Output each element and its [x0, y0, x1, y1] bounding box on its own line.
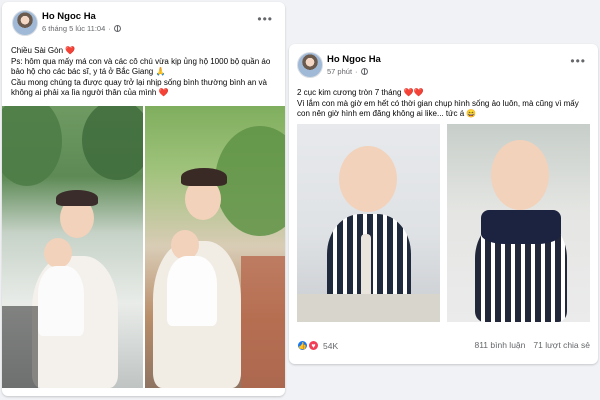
caption-line: Ps: hôm qua mấy má con và các cô chú vừa…	[11, 56, 271, 77]
chair	[2, 306, 38, 388]
author-avatar[interactable]	[12, 10, 38, 36]
post-header: Ho Ngoc Ha 6 tháng 5 lúc 11:04 · •••	[2, 2, 285, 42]
post-timestamp[interactable]: 6 tháng 5 lúc 11:04	[42, 24, 105, 33]
post-caption: Chiều Sài Gòn ❤️ Ps: hôm qua mấy má con …	[11, 46, 277, 99]
globe-icon	[113, 25, 121, 32]
post-card-right: Ho Ngoc Ha 57 phút · ••• 2 cục kim cương…	[289, 44, 598, 364]
baby-head	[339, 146, 397, 212]
post-photo-mother-baby-smile[interactable]	[145, 106, 285, 388]
shares-count[interactable]: 71 lượt chia sẻ	[533, 340, 590, 350]
sailor-collar	[481, 210, 561, 244]
caption-line: Vì lắm con mà giờ em hết có thời gian ch…	[297, 98, 579, 119]
baby-head	[491, 140, 549, 210]
blanket	[297, 294, 440, 322]
author-avatar[interactable]	[297, 52, 323, 78]
comments-count[interactable]: 811 bình luận	[474, 340, 525, 350]
post-photo-mother-baby-garden[interactable]	[2, 106, 143, 388]
post-header: Ho Ngoc Ha 57 phút · •••	[289, 44, 598, 84]
globe-icon	[360, 68, 368, 75]
engagement-counts: 811 bình luận 71 lượt chia sẻ	[474, 340, 590, 350]
baby-head	[44, 238, 72, 268]
post-meta: 6 tháng 5 lúc 11:04 ·	[42, 24, 121, 33]
post-photo-baby-boy-stripes[interactable]	[297, 124, 440, 322]
post-timestamp[interactable]: 57 phút	[327, 67, 352, 76]
brick-wall	[241, 256, 285, 388]
author-name[interactable]: Ho Ngoc Ha	[42, 11, 96, 22]
more-options-icon[interactable]: •••	[257, 12, 273, 26]
foliage	[82, 106, 143, 180]
like-reaction-icon: 👍	[297, 340, 308, 351]
baby-figure	[38, 266, 84, 336]
love-reaction-icon: ♥	[308, 340, 319, 351]
hair	[56, 190, 98, 206]
caption-line: Chiều Sài Gòn ❤️	[11, 46, 76, 55]
post-caption: 2 cục kim cương tròn 7 tháng ❤️❤️ Vì lắm…	[297, 88, 593, 120]
caption-line: 2 cục kim cương tròn 7 tháng ❤️❤️	[297, 88, 424, 97]
post-card-left: Ho Ngoc Ha 6 tháng 5 lúc 11:04 · ••• Chi…	[2, 2, 285, 396]
baby-figure	[167, 256, 217, 326]
reactions-summary[interactable]: 👍 ♥ 54K	[297, 340, 338, 351]
more-options-icon[interactable]: •••	[570, 54, 586, 68]
post-meta: 57 phút ·	[327, 67, 368, 76]
reactions-count: 54K	[323, 340, 339, 351]
author-name[interactable]: Ho Ngoc Ha	[327, 54, 381, 65]
caption-line: Cầu mong chúng ta được quay trở lại nhịp…	[11, 77, 267, 98]
post-photo-baby-girl-sailor[interactable]	[447, 124, 590, 322]
foliage	[2, 106, 62, 186]
hair	[181, 168, 227, 186]
